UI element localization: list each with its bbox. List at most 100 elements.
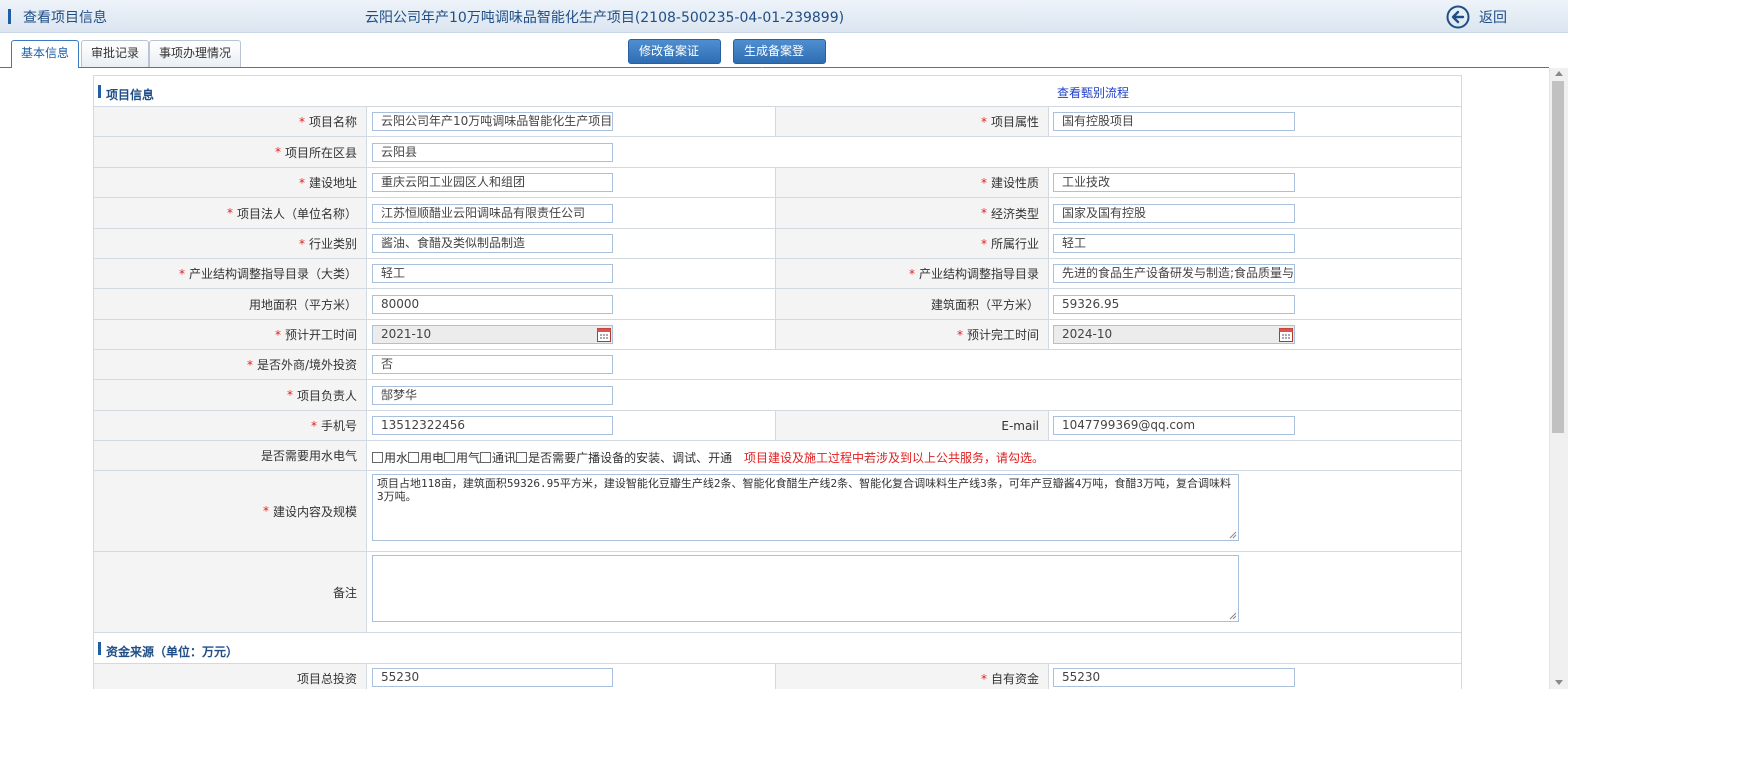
checkbox[interactable]: [444, 452, 456, 463]
field-label: E-mail: [775, 411, 1049, 440]
checkbox[interactable]: [408, 452, 420, 463]
start-time-value: 2021-10: [381, 327, 432, 341]
section-title-project-info: 项目信息: [106, 88, 155, 102]
legal-person-field[interactable]: 江苏恒顺醋业云阳调味品有限责任公司: [372, 204, 613, 223]
checkbox-telecom[interactable]: 通讯: [480, 449, 516, 466]
land-area-field[interactable]: 80000: [372, 295, 613, 314]
back-button[interactable]: 返回: [1446, 4, 1507, 30]
view-screening-flow-link[interactable]: 查看甄别流程: [1057, 84, 1129, 101]
field-label: 项目总投资: [94, 664, 367, 689]
field-label: 是否需要用水电气: [94, 441, 367, 470]
form-row: 项目总投资 55230 * 自有资金 55230: [94, 664, 1461, 689]
field-label: * 建设性质: [775, 168, 1049, 197]
field-label: * 项目属性: [775, 107, 1049, 136]
address-field[interactable]: 重庆云阳工业园区人和组团: [372, 173, 613, 192]
field-label: 建筑面积（平方米）: [775, 289, 1049, 319]
end-time-value: 2024-10: [1062, 327, 1113, 341]
project-form: 项目信息 查看甄别流程 * 项目名称 云阳公司年产10万吨调味品智能化生产项目 *…: [93, 75, 1462, 689]
industry-field[interactable]: 轻工: [1053, 234, 1295, 253]
modify-filing-number-button[interactable]: 修改备案证号: [628, 39, 721, 81]
scrollbar-thumb[interactable]: [1552, 81, 1564, 433]
resize-handle-icon[interactable]: [1229, 612, 1237, 620]
section-marker: [98, 85, 101, 98]
field-label: * 项目名称: [94, 107, 367, 136]
scroll-down-arrow-icon[interactable]: [1555, 680, 1563, 685]
email-field[interactable]: 1047799369@qq.com: [1053, 416, 1295, 435]
form-row: 用地面积（平方米） 80000 建筑面积（平方米） 59326.95: [94, 289, 1461, 320]
tab-bar: 基本信息 审批记录 事项办理情况 修改备案证号 生成备案登记表: [0, 33, 1549, 81]
generate-filing-form-button[interactable]: 生成备案登记表: [733, 39, 826, 81]
form-row: * 项目法人（单位名称） 江苏恒顺醋业云阳调味品有限责任公司 * 经济类型 国家及国…: [94, 198, 1461, 229]
catalog-field[interactable]: 先进的食品生产设备研发与制造;食品质量与: [1053, 264, 1295, 283]
form-row: 是否需要用水电气 用水 用电 用气 通讯 是否需要广播设备的安装、调试、开通 项…: [94, 441, 1461, 471]
checkbox-broadcast[interactable]: 是否需要广播设备的安装、调试、开通: [516, 449, 732, 466]
tab-approval-records[interactable]: 审批记录: [81, 40, 150, 67]
field-label: * 建设地址: [94, 168, 367, 197]
checkbox-electricity[interactable]: 用电: [408, 449, 444, 466]
empty-cell: [775, 350, 1461, 379]
tab-matters-status[interactable]: 事项办理情况: [149, 40, 242, 67]
calendar-icon[interactable]: [597, 327, 611, 342]
start-time-field[interactable]: 2021-10: [372, 325, 613, 344]
project-info-section-header: 项目信息 查看甄别流程: [94, 76, 1461, 107]
form-row: * 建设内容及规模 项目占地118亩，建筑面积59326.95平方米，建设智能化豆…: [94, 471, 1461, 552]
phone-field[interactable]: 13512322456: [372, 416, 613, 435]
utilities-notice: 项目建设及施工过程中若涉及到以上公共服务，请勾选。: [744, 451, 1045, 465]
section-title-funds: 资金来源（单位：万元）: [106, 645, 239, 659]
project-attribute-field[interactable]: 国有控股项目: [1053, 112, 1295, 131]
field-label: * 所属行业: [775, 229, 1049, 258]
form-row: 备注: [94, 552, 1461, 633]
remark-textarea[interactable]: [372, 555, 1239, 622]
field-label: 用地面积（平方米）: [94, 289, 367, 319]
field-label: * 经济类型: [775, 198, 1049, 228]
foreign-investment-field[interactable]: 否: [372, 355, 613, 374]
form-row: * 建设地址 重庆云阳工业园区人和组团 * 建设性质 工业技改: [94, 168, 1461, 198]
checkbox-water[interactable]: 用水: [372, 449, 408, 466]
form-row: * 预计开工时间 2021-10 * 预计完工时间 2024-10: [94, 320, 1461, 350]
vertical-scrollbar[interactable]: [1549, 68, 1568, 689]
project-name-field[interactable]: 云阳公司年产10万吨调味品智能化生产项目: [372, 112, 613, 131]
form-row: * 手机号 13512322456 E-mail 1047799369@qq.co…: [94, 411, 1461, 441]
field-label: * 项目负责人: [94, 380, 367, 410]
catalog-major-field[interactable]: 轻工: [372, 264, 613, 283]
empty-cell: [775, 137, 1461, 167]
calendar-icon[interactable]: [1279, 327, 1293, 342]
title-marker: [8, 9, 11, 24]
empty-cell: [775, 380, 1461, 410]
end-time-field[interactable]: 2024-10: [1053, 325, 1295, 344]
economic-type-field[interactable]: 国家及国有控股: [1053, 204, 1295, 223]
own-funds-field[interactable]: 55230: [1053, 668, 1295, 687]
form-row: * 项目负责人 郜梦华: [94, 380, 1461, 411]
utilities-checkbox-group: 用水 用电 用气 通讯 是否需要广播设备的安装、调试、开通: [372, 449, 732, 466]
field-label: * 预计完工时间: [775, 320, 1049, 349]
field-label: * 自有资金: [775, 664, 1049, 689]
scroll-up-arrow-icon[interactable]: [1555, 71, 1563, 76]
industry-category-field[interactable]: 酱油、食醋及类似制品制造: [372, 234, 613, 253]
page-title: 查看项目信息: [23, 10, 107, 26]
building-area-field[interactable]: 59326.95: [1053, 295, 1295, 314]
field-label: * 手机号: [94, 411, 367, 440]
resize-handle-icon[interactable]: [1229, 531, 1237, 539]
field-label: * 行业类别: [94, 229, 367, 258]
tab-basic-info[interactable]: 基本信息: [11, 40, 80, 68]
form-row: * 项目所在区县 云阳县: [94, 137, 1461, 168]
region-field[interactable]: 云阳县: [372, 143, 613, 162]
form-row: * 产业结构调整指导目录（大类） 轻工 * 产业结构调整指导目录 先进的食品生产设备…: [94, 259, 1461, 289]
checkbox-gas[interactable]: 用气: [444, 449, 480, 466]
field-label: * 建设内容及规模: [94, 471, 367, 551]
checkbox[interactable]: [480, 452, 492, 463]
construction-scope-textarea[interactable]: 项目占地118亩，建筑面积59326.95平方米，建设智能化豆瓣生产线2条、智能…: [372, 474, 1239, 541]
checkbox[interactable]: [516, 452, 528, 463]
field-label: 备注: [94, 552, 367, 632]
project-manager-field[interactable]: 郜梦华: [372, 386, 613, 405]
field-label: * 是否外商/境外投资: [94, 350, 367, 379]
checkbox[interactable]: [372, 452, 383, 463]
construction-nature-field[interactable]: 工业技改: [1053, 173, 1295, 192]
section-marker: [98, 642, 101, 655]
total-investment-field[interactable]: 55230: [372, 668, 613, 687]
project-heading: 云阳公司年产10万吨调味品智能化生产项目(2108-500235-04-01-2…: [365, 10, 845, 26]
title-bar: 查看项目信息 云阳公司年产10万吨调味品智能化生产项目(2108-500235-…: [0, 0, 1568, 33]
field-label: * 项目所在区县: [94, 137, 367, 167]
back-arrow-icon: [1446, 5, 1470, 29]
field-label: * 预计开工时间: [94, 320, 367, 349]
